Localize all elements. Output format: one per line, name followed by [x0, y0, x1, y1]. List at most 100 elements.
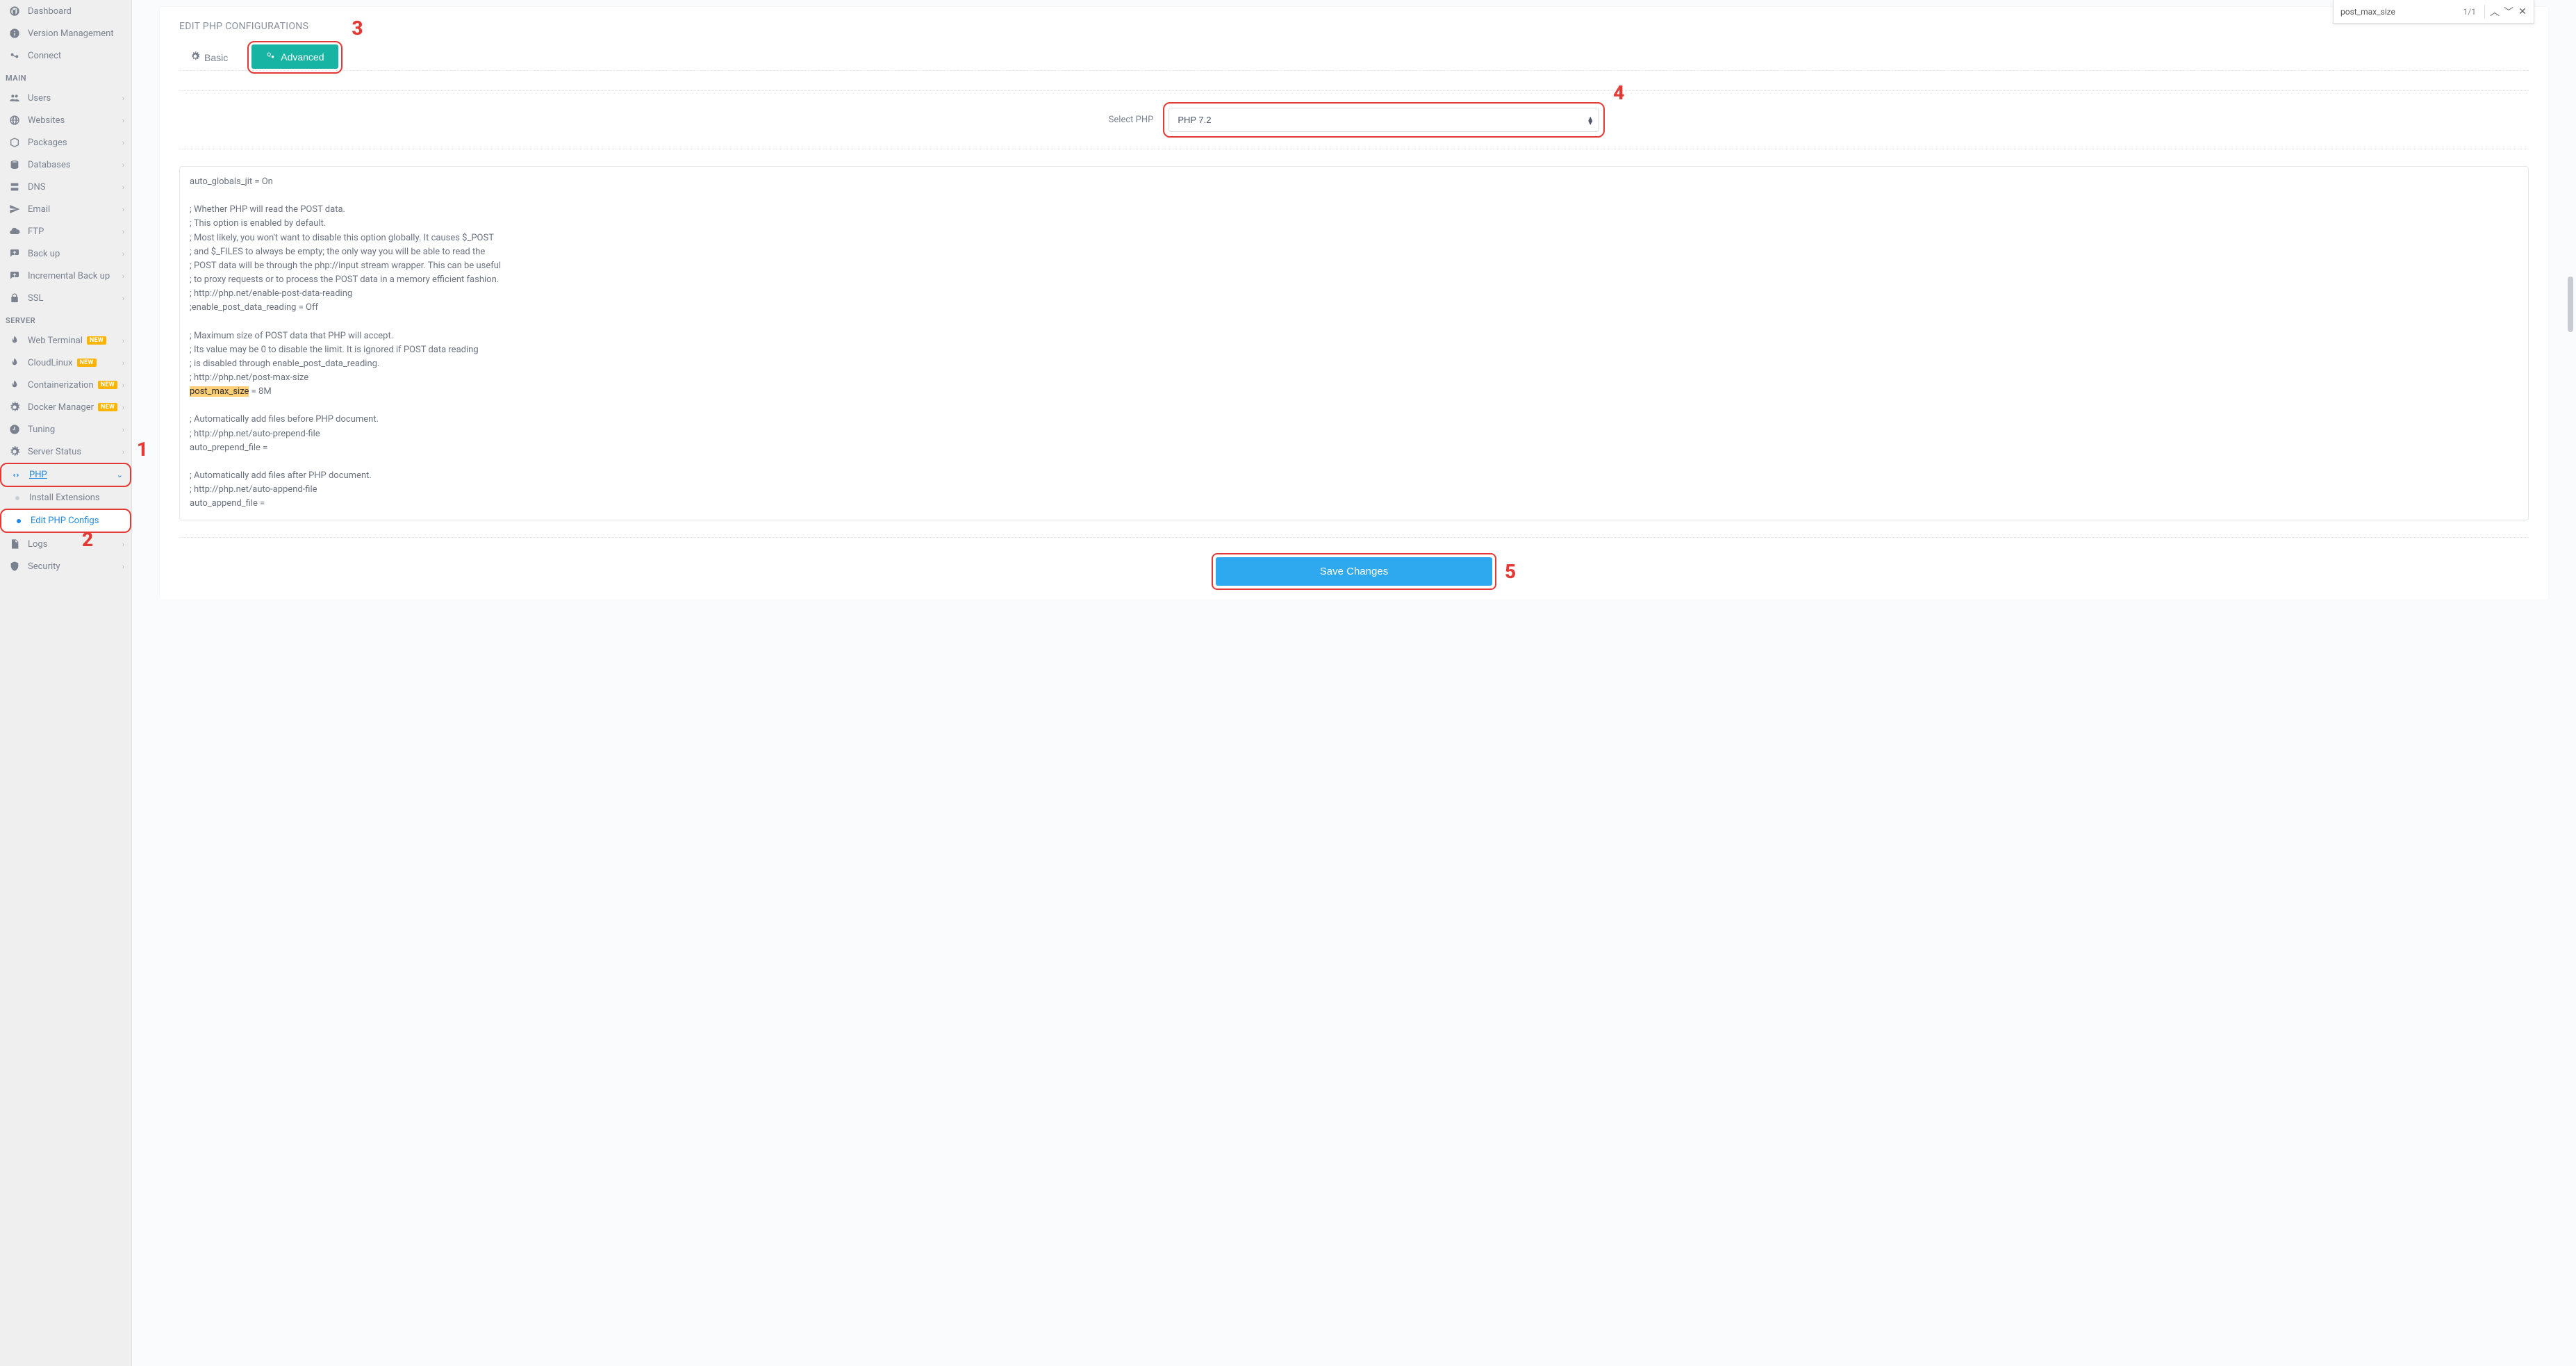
- find-next-icon[interactable]: ﹀: [2502, 5, 2516, 19]
- select-php-row: Select PHP PHP 7.2 ▴▾ 4: [179, 108, 2529, 132]
- search-highlight: post_max_size: [190, 386, 249, 397]
- tab-advanced-label: Advanced: [281, 51, 324, 63]
- sidebar-item-docker-manager[interactable]: Docker Manager NEW ›: [0, 396, 131, 418]
- flame-icon: [8, 379, 21, 390]
- sidebar-section-main: MAIN: [0, 67, 131, 87]
- save-changes-button[interactable]: Save Changes: [1216, 557, 1492, 586]
- gear-icon: [8, 446, 21, 457]
- edit-php-panel: EDIT PHP CONFIGURATIONS Basic Advanced 3: [160, 7, 2548, 600]
- gears-icon: [265, 51, 275, 63]
- sidebar-item-dashboard[interactable]: Dashboard: [0, 0, 131, 22]
- sidebar-item-label: CloudLinux: [28, 358, 73, 368]
- select-php-dropdown[interactable]: PHP 7.2: [1169, 108, 1599, 132]
- sidebar-item-label: Containerization: [28, 380, 94, 390]
- sidebar-item-users[interactable]: Users ›: [0, 87, 131, 109]
- find-prev-icon[interactable]: ︿: [2488, 5, 2502, 19]
- sidebar-item-ftp[interactable]: FTP ›: [0, 220, 131, 242]
- sidebar-item-label: Tuning: [28, 425, 55, 435]
- clock-icon: [8, 424, 21, 435]
- sidebar-item-label: Databases: [28, 160, 71, 170]
- sidebar-item-tuning[interactable]: Tuning ›: [0, 418, 131, 441]
- backup-icon: [8, 248, 21, 259]
- chevron-right-icon: ›: [122, 540, 124, 549]
- sidebar-item-server-status[interactable]: Server Status › 1: [0, 441, 131, 463]
- scrollbar-thumb[interactable]: [2568, 277, 2573, 332]
- sidebar-item-label: Email: [28, 204, 50, 215]
- sidebar-item-label: Packages: [28, 138, 67, 148]
- sidebar-item-label: Install Extensions: [29, 493, 100, 503]
- sidebar-item-php[interactable]: PHP ⌄: [0, 463, 131, 487]
- email-icon: [8, 204, 21, 215]
- chevron-right-icon: ›: [122, 359, 124, 368]
- sidebar-item-label: Version Management: [28, 28, 114, 39]
- select-php-label: Select PHP: [1109, 115, 1154, 125]
- sidebar-item-label: Websites: [28, 115, 65, 126]
- sidebar-item-label: Edit PHP Configs: [31, 516, 99, 526]
- chevron-right-icon: ›: [122, 227, 124, 236]
- chevron-right-icon: ›: [122, 138, 124, 147]
- sidebar-item-logs[interactable]: Logs ›: [0, 533, 131, 555]
- flame-icon: [8, 357, 21, 368]
- panel-title: EDIT PHP CONFIGURATIONS: [179, 21, 2529, 32]
- chevron-right-icon: ›: [122, 403, 124, 412]
- file-icon: [8, 538, 21, 550]
- chevron-right-icon: ›: [122, 294, 124, 303]
- callout-number-5: 5: [1505, 560, 1516, 583]
- sidebar-item-dns[interactable]: DNS ›: [0, 176, 131, 198]
- sidebar-item-email[interactable]: Email ›: [0, 198, 131, 220]
- bullet-icon: [17, 519, 21, 523]
- find-term[interactable]: post_max_size: [2340, 7, 2463, 17]
- find-in-page-bar: post_max_size 1/1 ︿ ﹀ ✕: [2333, 0, 2534, 24]
- chevron-right-icon: ›: [122, 161, 124, 170]
- sidebar-subitem-install-extensions[interactable]: Install Extensions: [0, 487, 131, 509]
- divider: [179, 537, 2529, 538]
- sidebar-item-connect[interactable]: Connect: [0, 44, 131, 67]
- sidebar-item-label: FTP: [28, 227, 44, 237]
- sidebar-item-web-terminal[interactable]: Web Terminal NEW ›: [0, 329, 131, 352]
- new-badge: NEW: [87, 336, 106, 345]
- php-config-textarea[interactable]: auto_globals_jit = On ; Whether PHP will…: [179, 166, 2529, 520]
- sidebar-item-label: Back up: [28, 249, 60, 259]
- php-config-content: auto_globals_jit = On ; Whether PHP will…: [190, 175, 2518, 520]
- main-content: post_max_size 1/1 ︿ ﹀ ✕ EDIT PHP CONFIGU…: [132, 0, 2576, 1366]
- sidebar-item-containerization[interactable]: Containerization NEW ›: [0, 374, 131, 396]
- sidebar-subitem-edit-php-configs[interactable]: Edit PHP Configs: [0, 509, 131, 533]
- sidebar-item-security[interactable]: Security ›: [0, 555, 131, 577]
- find-close-icon[interactable]: ✕: [2516, 5, 2529, 19]
- sidebar-item-databases[interactable]: Databases ›: [0, 154, 131, 176]
- sidebar-item-cloudlinux[interactable]: CloudLinux NEW ›: [0, 352, 131, 374]
- sidebar-item-label: Web Terminal: [28, 336, 83, 346]
- chevron-right-icon: ›: [122, 249, 124, 258]
- divider: [179, 90, 2529, 91]
- chevron-right-icon: ›: [122, 562, 124, 571]
- bullet-icon: [15, 496, 19, 500]
- dashboard-icon: [8, 6, 21, 17]
- gears-icon: [8, 402, 21, 413]
- chevron-right-icon: ›: [122, 116, 124, 125]
- chevron-right-icon: ›: [122, 381, 124, 390]
- sidebar-item-label: Dashboard: [28, 6, 72, 17]
- new-badge: NEW: [98, 381, 117, 389]
- tabs: Basic Advanced 3: [179, 44, 2529, 71]
- sidebar-item-label: Docker Manager: [28, 402, 94, 413]
- backup-icon: [8, 270, 21, 281]
- sidebar-item-backup[interactable]: Back up ›: [0, 242, 131, 265]
- package-icon: [8, 137, 21, 148]
- new-badge: NEW: [77, 359, 97, 367]
- sidebar-item-version-management[interactable]: Version Management: [0, 22, 131, 44]
- connect-icon: [8, 50, 21, 61]
- database-icon: [8, 159, 21, 170]
- flame-icon: [8, 335, 21, 346]
- tab-basic[interactable]: Basic: [179, 44, 239, 70]
- sidebar-item-incremental-backup[interactable]: Incremental Back up ›: [0, 265, 131, 287]
- gear-icon: [190, 51, 200, 63]
- sidebar-item-ssl[interactable]: SSL ›: [0, 287, 131, 309]
- tab-advanced[interactable]: Advanced: [251, 44, 338, 69]
- sidebar-item-packages[interactable]: Packages ›: [0, 131, 131, 154]
- sidebar-item-websites[interactable]: Websites ›: [0, 109, 131, 131]
- sidebar-item-label: Logs: [28, 539, 47, 550]
- chevron-right-icon: ›: [122, 336, 124, 345]
- sidebar-item-label: SSL: [28, 293, 43, 304]
- new-badge: NEW: [98, 403, 117, 411]
- sidebar-item-label: Incremental Back up: [28, 271, 110, 281]
